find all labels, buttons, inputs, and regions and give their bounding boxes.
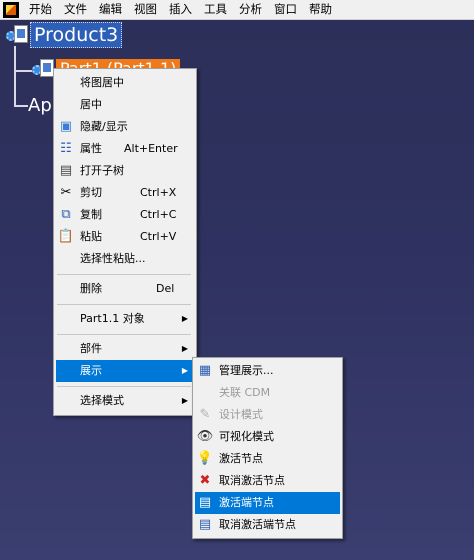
menu-item-part-object[interactable]: Part1.1 对象 ▶ <box>56 308 194 330</box>
subtree-icon: ▤ <box>59 163 73 178</box>
submenu-item-design-mode[interactable]: ✎ 设计模式 <box>195 404 340 426</box>
deactivate-terminal-node-icon: ▤ <box>198 517 212 532</box>
scissors-icon: ✂ <box>60 185 72 200</box>
menu-item-hide-show[interactable]: ▣ 隐藏/显示 <box>56 116 194 138</box>
submenu-arrow-icon: ▶ <box>181 366 188 375</box>
context-menu: 将图居中 居中 ▣ 隐藏/显示 ☷ 属性 Alt+Enter ▤ 打开子树 ✂ … <box>53 68 197 416</box>
menu-separator <box>57 386 191 387</box>
eye-icon: 👁 <box>196 429 214 444</box>
menu-insert[interactable]: 插入 <box>163 0 198 19</box>
submenu-item-visualization-mode[interactable]: 👁 可视化模式 <box>195 426 340 448</box>
menu-window[interactable]: 窗口 <box>268 0 303 19</box>
submenu-arrow-icon: ▶ <box>181 396 188 405</box>
menu-item-properties[interactable]: ☷ 属性 Alt+Enter <box>56 138 194 160</box>
menu-item-paste[interactable]: 📋 粘贴 Ctrl+V <box>56 226 194 248</box>
submenu-arrow-icon: ▶ <box>181 344 188 353</box>
menu-item-selection-mode[interactable]: 选择模式 ▶ <box>56 390 194 412</box>
properties-icon: ☷ <box>60 141 72 156</box>
menu-file[interactable]: 文件 <box>58 0 93 19</box>
menu-item-center-graph[interactable]: 将图居中 <box>56 72 194 94</box>
menu-item-center[interactable]: 居中 <box>56 94 194 116</box>
menu-item-component[interactable]: 部件 ▶ <box>56 338 194 360</box>
menu-bar: 开始 文件 编辑 视图 插入 工具 分析 窗口 帮助 <box>0 0 474 20</box>
tree-node-label[interactable]: Ap <box>28 95 52 116</box>
submenu-item-associate-cdm[interactable]: 关联 CDM <box>195 382 340 404</box>
menu-analysis[interactable]: 分析 <box>233 0 268 19</box>
menu-separator <box>57 334 191 335</box>
tree-node-applications[interactable]: Ap <box>28 94 52 116</box>
product-icon <box>4 24 30 46</box>
menu-help[interactable]: 帮助 <box>303 0 338 19</box>
submenu-item-activate-terminal-node[interactable]: ▤ 激活端节点 <box>195 492 340 514</box>
copy-icon: ⧉ <box>61 207 71 222</box>
menu-separator <box>57 304 191 305</box>
submenu-item-manage-representations[interactable]: ▦ 管理展示... <box>195 360 340 382</box>
menu-start[interactable]: 开始 <box>23 0 58 19</box>
design-mode-icon: ✎ <box>199 407 211 422</box>
menu-separator <box>57 274 191 275</box>
lightbulb-icon: 💡 <box>196 451 214 466</box>
menu-item-delete[interactable]: 删除 Del <box>56 278 194 300</box>
menu-item-representation[interactable]: 展示 ▶ <box>56 360 194 382</box>
tree-node-label[interactable]: Product3 <box>30 22 123 48</box>
deactivate-icon: ✖ <box>199 473 211 488</box>
tree-connector <box>14 105 28 107</box>
submenu-item-activate-node[interactable]: 💡 激活节点 <box>195 448 340 470</box>
menu-tools[interactable]: 工具 <box>198 0 233 19</box>
menu-item-open-subtree[interactable]: ▤ 打开子树 <box>56 160 194 182</box>
hide-show-icon: ▣ <box>59 119 73 134</box>
menu-item-copy[interactable]: ⧉ 复制 Ctrl+C <box>56 204 194 226</box>
submenu-arrow-icon: ▶ <box>181 314 188 323</box>
tree-node-product[interactable]: Product3 <box>4 22 123 48</box>
menu-item-paste-special[interactable]: 选择性粘贴... <box>56 248 194 270</box>
submenu-item-deactivate-node[interactable]: ✖ 取消激活节点 <box>195 470 340 492</box>
manage-representations-icon: ▦ <box>198 363 212 378</box>
menu-view[interactable]: 视图 <box>128 0 163 19</box>
app-logo-icon[interactable] <box>3 1 19 18</box>
representation-submenu: ▦ 管理展示... 关联 CDM ✎ 设计模式 👁 可视化模式 💡 激活节点 ✖… <box>192 357 343 539</box>
menu-edit[interactable]: 编辑 <box>93 0 128 19</box>
menu-item-cut[interactable]: ✂ 剪切 Ctrl+X <box>56 182 194 204</box>
submenu-item-deactivate-terminal-node[interactable]: ▤ 取消激活端节点 <box>195 514 340 536</box>
paste-icon: 📋 <box>57 229 75 244</box>
terminal-node-icon: ▤ <box>198 495 212 510</box>
tree-connector <box>14 46 16 106</box>
